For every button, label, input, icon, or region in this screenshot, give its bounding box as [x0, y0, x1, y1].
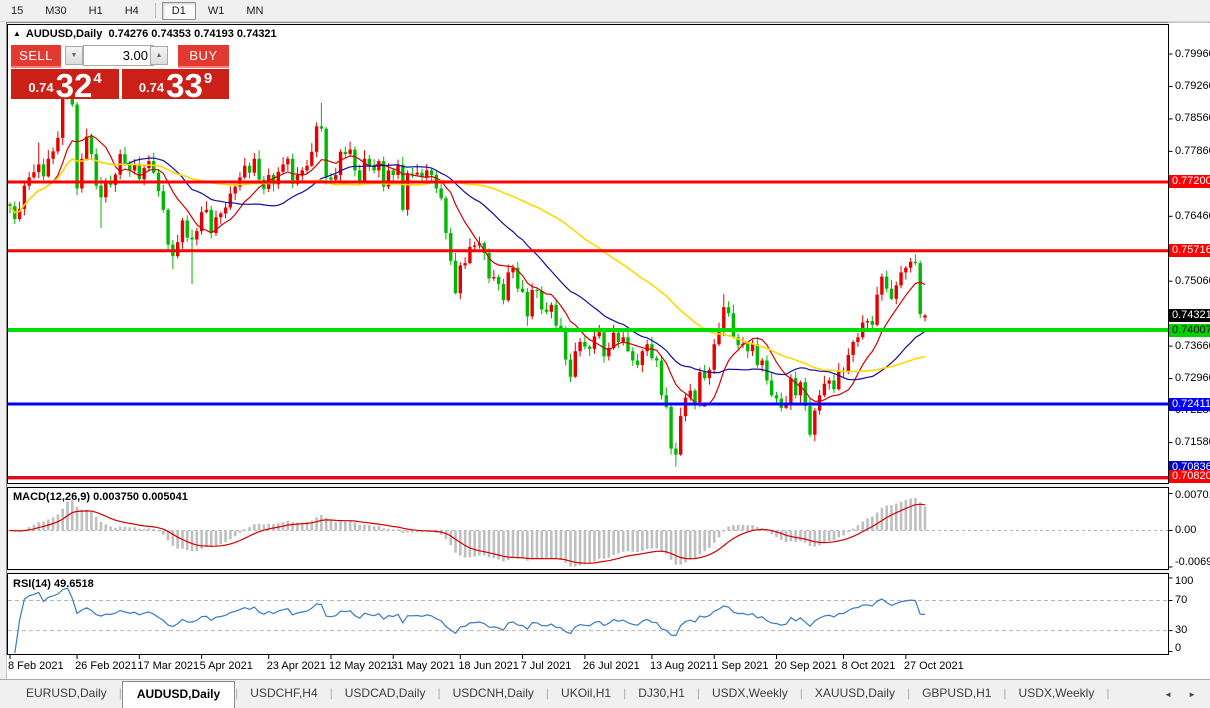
volume-input[interactable]: 3.00	[83, 45, 154, 66]
timeframe-button-h1[interactable]: H1	[79, 2, 113, 20]
sell-price-big: 32	[55, 67, 93, 104]
buy-price-sup: 9	[203, 70, 213, 87]
buy-button[interactable]: BUY	[178, 45, 229, 68]
chart-tab-dj30-h1[interactable]: DJ30,H1	[626, 680, 697, 708]
sell-button[interactable]: SELL	[11, 45, 61, 68]
timeframe-button-15[interactable]: 15	[1, 2, 33, 20]
chart-tab-eurusd-daily[interactable]: EURUSD,Daily	[14, 680, 119, 708]
volume-decrease-button[interactable]: ▼	[65, 46, 83, 65]
chart-tab-ukoil-h1[interactable]: UKOil,H1	[549, 680, 623, 708]
timeframe-button-m30[interactable]: M30	[35, 2, 76, 20]
chart-tab-usdcnh-daily[interactable]: USDCNH,Daily	[441, 680, 546, 708]
tab-scroll-left-icon[interactable]: ◄	[1164, 690, 1172, 699]
tab-scroll-right-icon[interactable]: ►	[1188, 690, 1196, 699]
sell-price-prefix: 0.74	[28, 80, 54, 95]
chart-tab-usdchf-h4[interactable]: USDCHF,H4	[238, 680, 329, 708]
chart-tab-usdx-weekly[interactable]: USDX,Weekly	[700, 680, 800, 708]
sell-price-quote[interactable]: 0.74 32 4	[11, 67, 119, 104]
timeframe-toolbar: 15 M30 H1 H4 D1 W1 MN	[0, 0, 1210, 22]
chart-tab-bar: EURUSD,Daily | AUDUSD,Daily | USDCHF,H4 | USDC…	[0, 679, 1210, 708]
caret-down-icon: ▼	[70, 52, 78, 59]
sell-price-sup: 4	[93, 70, 102, 87]
buy-price-quote[interactable]: 0.74 33 9	[122, 67, 229, 104]
toolbar-separator	[154, 3, 156, 18]
chart-tab-gbpusd-h1[interactable]: GBPUSD,H1	[910, 680, 1003, 708]
chart-tab-xauusd-daily[interactable]: XAUUSD,Daily	[803, 680, 907, 708]
chart-tab-audusd-daily[interactable]: AUDUSD,Daily	[121, 681, 236, 708]
tab-scroll-nav: ◄ ►	[1164, 680, 1210, 708]
buy-price-prefix: 0.74	[138, 80, 165, 95]
chart-tab-usdcad-daily[interactable]: USDCAD,Daily	[333, 680, 438, 708]
chart-tab-usdx-weekly[interactable]: USDX,Weekly	[1007, 680, 1107, 708]
volume-increase-button[interactable]: ▲	[150, 46, 168, 65]
timeframe-button-d1[interactable]: D1	[161, 1, 196, 20]
tab-separator: |	[1106, 686, 1110, 700]
buy-price-big: 33	[166, 67, 203, 104]
timeframe-button-mn[interactable]: MN	[236, 2, 273, 20]
caret-up-icon: ▲	[155, 52, 163, 59]
one-click-trading-panel: SELL ▼ 3.00 ▲ BUY 0.74 32 4 0.74 33 9	[11, 44, 229, 104]
chart-window	[6, 22, 1210, 680]
timeframe-button-h4[interactable]: H4	[115, 2, 149, 20]
timeframe-button-w1[interactable]: W1	[198, 2, 235, 20]
